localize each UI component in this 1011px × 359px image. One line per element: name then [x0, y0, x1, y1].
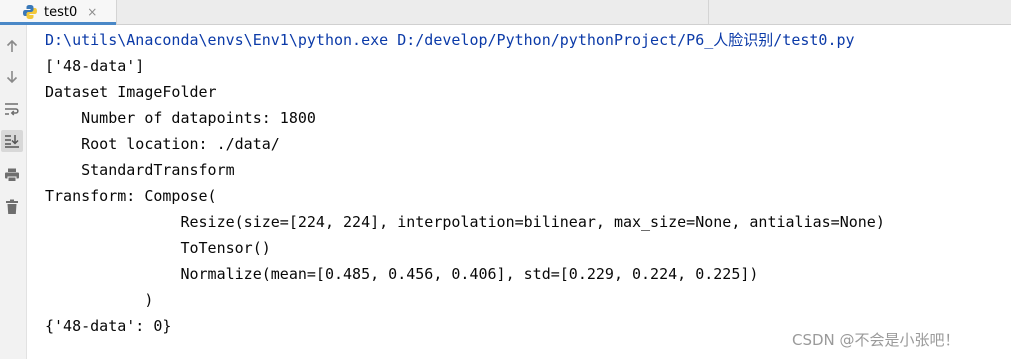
tab-divider [708, 0, 709, 24]
scroll-to-end-icon[interactable] [1, 130, 23, 152]
tab-test0[interactable]: test0 × [0, 0, 117, 25]
console-line: ) [45, 291, 154, 309]
command-line[interactable]: D:\utils\Anaconda\envs\Env1\python.exe D… [45, 30, 855, 50]
run-console-output[interactable]: D:\utils\Anaconda\envs\Env1\python.exe D… [45, 30, 1005, 350]
console-line: Normalize(mean=[0.485, 0.456, 0.406], st… [45, 265, 759, 283]
console-line: ['48-data'] [45, 57, 145, 75]
csdn-watermark: CSDN @不会是小张吧！ [792, 331, 960, 349]
console-line: {'48-data': 0} [45, 317, 172, 335]
console-line: ToTensor() [45, 239, 271, 257]
soft-wrap-icon[interactable] [1, 98, 23, 120]
trash-icon[interactable] [1, 196, 23, 218]
editor-tab-bar: test0 × [0, 0, 1011, 25]
console-line: Dataset ImageFolder [45, 83, 217, 101]
console-line: Resize(size=[224, 224], interpolation=bi… [45, 213, 885, 231]
down-arrow-icon[interactable] [1, 66, 23, 88]
close-icon[interactable]: × [87, 5, 97, 19]
console-line: StandardTransform [45, 161, 235, 179]
console-line: Transform: Compose( [45, 187, 217, 205]
tab-label: test0 [44, 4, 78, 20]
console-toolbar [0, 25, 27, 359]
up-arrow-icon[interactable] [1, 35, 23, 57]
python-icon [23, 5, 37, 19]
console-line: Root location: ./data/ [45, 135, 280, 153]
print-icon[interactable] [1, 164, 23, 186]
console-line: Number of datapoints: 1800 [45, 109, 316, 127]
